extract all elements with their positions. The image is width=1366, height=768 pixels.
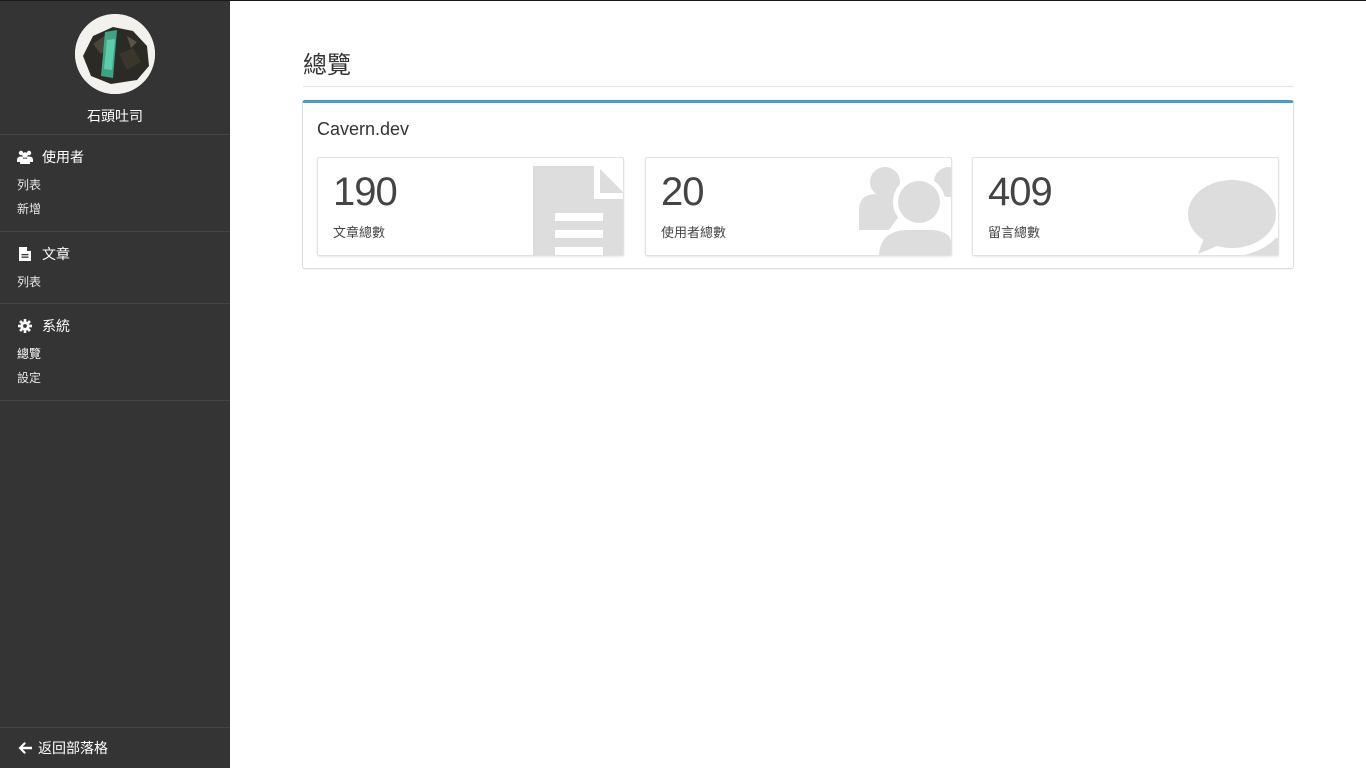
- nav-heading-articles: 文章: [0, 244, 230, 264]
- profile: 石頭吐司: [0, 1, 230, 135]
- stat-label: 使用者總數: [661, 226, 727, 241]
- box-title: Cavern.dev: [317, 119, 410, 139]
- nav-item-settings[interactable]: 設定: [0, 366, 230, 390]
- stat-value: 20: [661, 170, 704, 214]
- nav-item-user-add[interactable]: 新增: [0, 197, 230, 221]
- stat-label: 文章總數: [333, 226, 386, 241]
- stat-card-users: 20 使用者總數: [645, 157, 952, 256]
- file-icon: [17, 246, 33, 262]
- back-to-blog-link[interactable]: 返回部落格: [0, 727, 230, 768]
- nav-heading-label: 使用者: [42, 150, 84, 166]
- stat-card-comments: 409 留言總數: [972, 157, 1279, 256]
- gear-icon: [17, 318, 33, 334]
- nav-section-articles: 文章 列表: [0, 232, 230, 304]
- title-divider: [303, 86, 1294, 87]
- stat-value: 409: [988, 170, 1053, 214]
- users-icon: [17, 149, 33, 165]
- nav-section-users: 使用者 列表 新增: [0, 135, 230, 232]
- nav-heading-label: 系統: [42, 319, 70, 335]
- users-icon: [859, 158, 951, 255]
- nav-item-user-list[interactable]: 列表: [0, 173, 230, 197]
- nav-heading-users: 使用者: [0, 147, 230, 167]
- site-summary-box: Cavern.dev 190 文章總數 20 使用者總數 409 留言總數: [302, 100, 1294, 269]
- comment-icon: [1182, 158, 1278, 255]
- avatar-image: [75, 14, 155, 94]
- sidebar: 石頭吐司 使用者 列表 新增 文章 列表 系統 總覽 設定 返回部落格: [0, 1, 230, 768]
- nav-section-system: 系統 總覽 設定: [0, 304, 230, 401]
- avatar[interactable]: [75, 14, 155, 94]
- document-icon: [531, 158, 623, 255]
- nav-item-article-list[interactable]: 列表: [0, 270, 230, 294]
- back-label: 返回部落格: [38, 741, 108, 757]
- stat-value: 190: [333, 170, 398, 214]
- username: 石頭吐司: [87, 109, 143, 125]
- nav-item-overview[interactable]: 總覽: [0, 342, 230, 366]
- arrow-left-icon: [18, 741, 32, 755]
- stat-card-articles: 190 文章總數: [317, 157, 624, 256]
- main-content: 總覽 Cavern.dev 190 文章總數 20 使用者總數 409 留言總數: [230, 1, 1366, 768]
- page-title: 總覽: [303, 51, 351, 79]
- nav-heading-system: 系統: [0, 316, 230, 336]
- nav-heading-label: 文章: [42, 247, 70, 263]
- stat-label: 留言總數: [988, 226, 1041, 241]
